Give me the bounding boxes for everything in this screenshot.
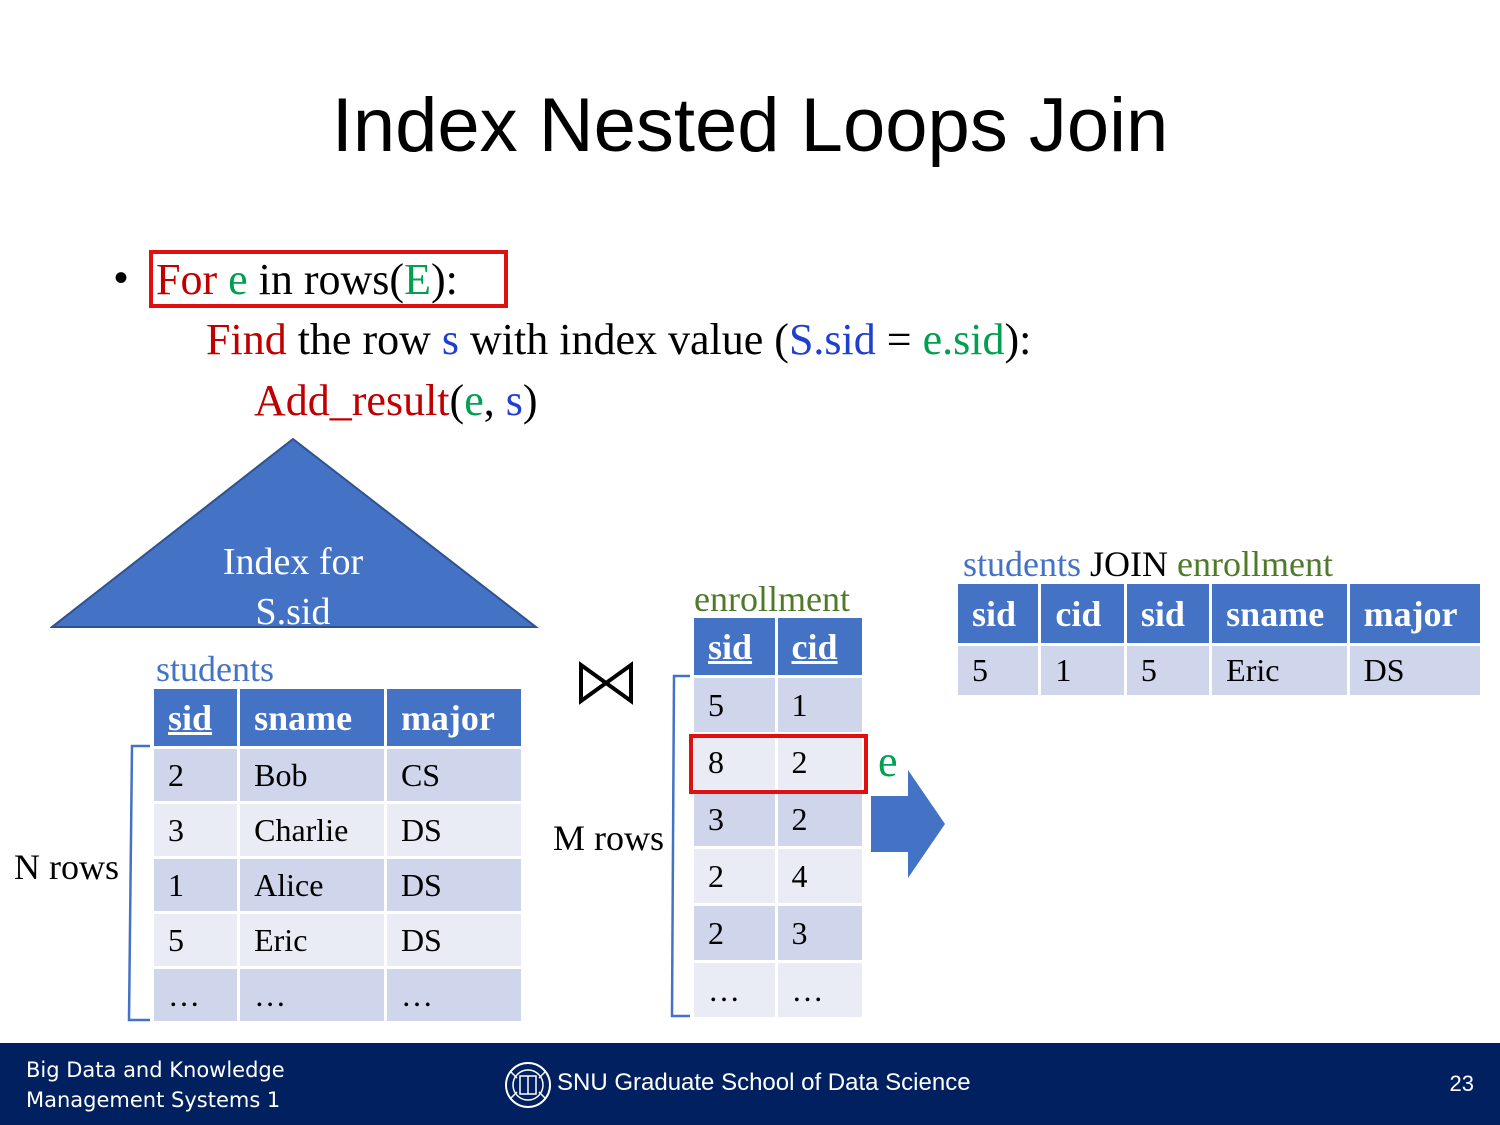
table-cell: Eric	[1209, 643, 1350, 698]
table-header-row: sid sname major	[150, 686, 525, 749]
table-header-row: sid cid sid sname major	[954, 581, 1484, 646]
table-cell: 5	[150, 911, 241, 969]
text-the-row: the row	[297, 315, 431, 364]
enrollment-bracket	[670, 674, 690, 1018]
var-e-sid: e.sid	[922, 315, 1005, 364]
table-row: 2 Bob CS	[150, 746, 525, 804]
index-label-line-2: S.sid	[255, 591, 331, 633]
result-label-join: JOIN	[1090, 544, 1169, 584]
course-name-line-2: Management Systems 1	[26, 1088, 281, 1112]
kw-find: Find	[206, 315, 287, 364]
slide-title: Index Nested Loops Join	[331, 83, 1169, 168]
table-cell: 1	[150, 856, 241, 914]
table-row: 3 Charlie DS	[150, 801, 525, 859]
table-cell: …	[237, 966, 387, 1024]
code-line-3: Add_result(e, s)	[254, 379, 538, 423]
bullet-point: •	[114, 256, 129, 300]
table-row: 3 2	[691, 789, 866, 849]
current-row-highlight-box	[689, 734, 868, 794]
column-header: sid	[691, 615, 778, 678]
column-header: sid	[954, 581, 1042, 646]
enrollment-table-label: enrollment	[694, 579, 850, 619]
table-cell: DS	[383, 856, 525, 914]
table-cell: …	[774, 960, 866, 1020]
column-header: cid	[1038, 581, 1127, 646]
page-number: 23	[1449, 1071, 1474, 1096]
table-cell: 2	[774, 789, 866, 849]
snu-logo-icon	[505, 1062, 551, 1108]
column-header: sname	[237, 686, 387, 749]
table-row: 1 Alice DS	[150, 856, 525, 914]
table-cell: DS	[383, 801, 525, 859]
kw-add-result: Add_result	[254, 376, 450, 425]
table-cell: 1	[1038, 643, 1127, 698]
n-rows-label: N rows	[14, 847, 119, 887]
text-comma: ,	[483, 376, 495, 425]
text-close-2: ):	[1004, 315, 1032, 364]
table-cell: Charlie	[237, 801, 387, 859]
var-S-sid: S.sid	[788, 315, 876, 364]
table-cell: 5	[1123, 643, 1213, 698]
table-cell: Alice	[237, 856, 387, 914]
join-bowtie-icon	[579, 661, 633, 705]
table-cell: CS	[383, 746, 525, 804]
result-table-label: students JOIN enrollment	[963, 546, 1333, 582]
table-cell: 5	[691, 675, 778, 735]
result-label-enrollment: enrollment	[1177, 544, 1333, 584]
table-cell: 2	[150, 746, 241, 804]
right-arrow-icon	[871, 770, 945, 878]
table-cell: 4	[774, 846, 866, 906]
table-header-row: sid cid	[691, 615, 866, 678]
var-s: s	[441, 315, 460, 364]
students-table-label: students	[156, 649, 275, 689]
table-cell: …	[383, 966, 525, 1024]
column-header: sid	[150, 686, 241, 749]
table-cell: 5	[954, 643, 1042, 698]
column-header: sname	[1209, 581, 1350, 646]
table-row: 5 Eric DS	[150, 911, 525, 969]
arg-s: s	[505, 376, 523, 425]
table-cell: …	[150, 966, 241, 1024]
table-cell: …	[691, 960, 778, 1020]
table-cell: 3	[774, 903, 866, 963]
table-row: 5 1 5 Eric DS	[954, 643, 1484, 698]
column-header: cid	[774, 615, 866, 678]
table-cell: Bob	[237, 746, 387, 804]
result-table: sid cid sid sname major 5 1 5 Eric DS	[954, 581, 1484, 698]
column-header: major	[383, 686, 525, 749]
m-rows-label: M rows	[553, 818, 665, 858]
students-table: sid sname major 2 Bob CS 3 Charlie DS 1 …	[150, 686, 525, 1024]
code-line-2: Find the row s with index value (S.sid =…	[206, 318, 1031, 362]
text-eq: =	[886, 315, 912, 364]
column-header: major	[1346, 581, 1484, 646]
text-open: (	[449, 376, 465, 425]
table-cell: 2	[691, 903, 778, 963]
text-close-3: )	[522, 376, 538, 425]
table-cell: DS	[1346, 643, 1484, 698]
enrollment-table: sid cid 5 1 8 2 3 2 2 4 2 3 … …	[691, 615, 866, 1020]
course-name: Big Data and Knowledge Management System…	[26, 1055, 285, 1115]
slide-footer: Big Data and Knowledge Management System…	[0, 1043, 1500, 1125]
table-cell: DS	[383, 911, 525, 969]
table-row: … … …	[150, 966, 525, 1024]
table-row: … …	[691, 960, 866, 1020]
course-name-line-1: Big Data and Knowledge	[26, 1058, 285, 1082]
students-bracket	[127, 744, 150, 1022]
school-name: SNU Graduate School of Data Science	[557, 1069, 971, 1096]
table-cell: 2	[691, 846, 778, 906]
table-cell: 1	[774, 675, 866, 735]
index-triangle-label: Index for S.sid	[193, 537, 393, 637]
for-loop-highlight-box	[149, 250, 508, 308]
table-cell: 3	[150, 801, 241, 859]
table-cell: 3	[691, 789, 778, 849]
table-row: 5 1	[691, 675, 866, 735]
arg-e: e	[464, 376, 484, 425]
table-row: 2 4	[691, 846, 866, 906]
text-with-index: with index value (	[470, 315, 789, 364]
column-header: sid	[1123, 581, 1213, 646]
index-label-line-1: Index for	[222, 541, 364, 583]
table-cell: Eric	[237, 911, 387, 969]
result-label-students: students	[963, 544, 1082, 584]
table-row: 2 3	[691, 903, 866, 963]
